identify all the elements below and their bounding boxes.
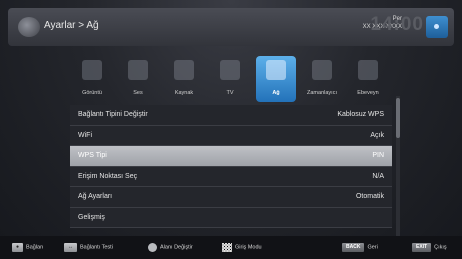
item-value: Açık xyxy=(370,131,384,139)
scrollbar[interactable] xyxy=(396,96,400,236)
tv-icon xyxy=(220,60,240,80)
exit-key-icon: EXIT xyxy=(412,243,432,252)
item-value: Kablosuz WPS xyxy=(337,111,384,118)
list-item-network-settings[interactable]: Ağ Ayarları Otomatik xyxy=(70,187,392,208)
ok-key-icon: ● xyxy=(12,243,24,252)
item-label: Gelişmiş xyxy=(78,213,105,221)
network-icon xyxy=(266,60,286,80)
item-value: Otomatik xyxy=(355,193,384,200)
keypad-icon xyxy=(222,243,232,252)
tab-parental[interactable]: Ebeveyn xyxy=(346,56,390,102)
list-item-wifi[interactable]: WiFi Açık xyxy=(70,125,392,146)
item-label: Ağ Ayarları xyxy=(78,193,113,200)
list-item-wps-type[interactable]: WPS Tipi PIN xyxy=(70,146,392,167)
footer-legend: ● Bağlan ↔ Bağlantı Testi Alanı Değiştir G… xyxy=(0,236,462,259)
navigation-icon xyxy=(148,243,157,252)
scrollbar-thumb[interactable] xyxy=(396,98,400,138)
footer-connection-test: ↔ Bağlantı Testi xyxy=(64,243,113,252)
tv-menu-screen: Ayarlar > Ağ Per XX XXX XXXX 14:00 Görün… xyxy=(0,0,462,259)
item-label: WiFi xyxy=(78,131,92,139)
clock: 14:00 xyxy=(370,14,424,35)
item-value: N/A xyxy=(372,172,384,180)
sound-icon xyxy=(128,60,148,80)
tab-source[interactable]: Kaynak xyxy=(162,56,206,102)
info-icon xyxy=(426,16,448,38)
footer-connect: ● Bağlan xyxy=(12,243,43,252)
timer-icon xyxy=(312,60,332,80)
tab-picture[interactable]: Görüntü xyxy=(70,56,114,102)
list-item-access-point[interactable]: Erişim Noktası Seç N/A xyxy=(70,166,392,187)
breadcrumb: Ayarlar > Ağ xyxy=(44,20,99,31)
tab-timer[interactable]: Zamanlayıcı xyxy=(300,56,344,102)
source-icon xyxy=(174,60,194,80)
header-bar: Ayarlar > Ağ Per XX XXX XXXX 14:00 xyxy=(8,8,454,46)
footer-input-mode: Giriş Modu xyxy=(222,243,262,252)
picture-icon xyxy=(82,60,102,80)
tab-label: Ebeveyn xyxy=(357,90,379,96)
item-value: PIN xyxy=(372,152,384,159)
footer-back: BACK Geri xyxy=(342,243,378,252)
item-label: WPS Tipi xyxy=(78,152,107,159)
test-key-icon: ↔ xyxy=(64,243,77,252)
settings-logo-icon xyxy=(18,17,40,37)
item-label: Erişim Noktası Seç xyxy=(78,172,138,180)
category-bar: Görüntü Ses Kaynak TV Ağ Zamanlayıcı Ebe… xyxy=(70,56,390,102)
list-item-advanced[interactable]: Gelişmiş xyxy=(70,207,392,228)
tab-tv[interactable]: TV xyxy=(208,56,252,102)
footer-exit: EXIT Çıkış xyxy=(412,243,447,252)
footer-change-area: Alanı Değiştir xyxy=(148,243,193,252)
tab-network[interactable]: Ağ xyxy=(254,56,298,102)
tab-sound[interactable]: Ses xyxy=(116,56,160,102)
parental-icon xyxy=(358,60,378,80)
back-key-icon: BACK xyxy=(342,243,365,252)
settings-list: Bağlantı Tipini Değiştir Kablosuz WPS Wi… xyxy=(70,105,392,228)
item-label: Bağlantı Tipini Değiştir xyxy=(78,111,148,118)
list-item-connection-type[interactable]: Bağlantı Tipini Değiştir Kablosuz WPS xyxy=(70,105,392,126)
